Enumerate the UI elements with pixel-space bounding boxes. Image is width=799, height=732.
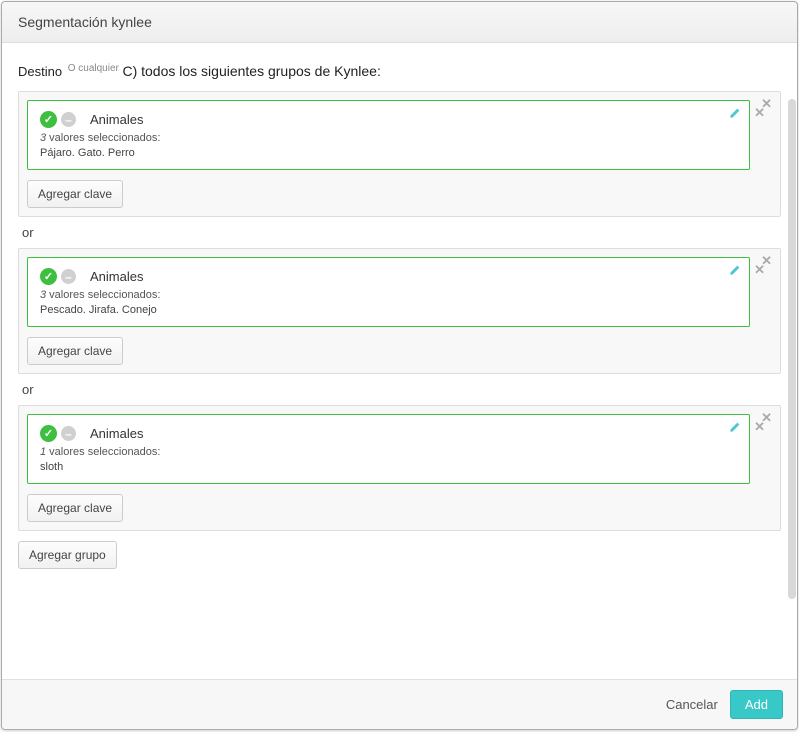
close-key-icon[interactable]: ✕ <box>750 260 769 280</box>
add-button[interactable]: Add <box>730 690 783 719</box>
close-key-icon[interactable]: ✕ <box>750 103 769 123</box>
edit-key-icon[interactable] <box>728 264 741 280</box>
key-name: Animales <box>90 269 143 284</box>
key-values: Pájaro. Gato. Perro <box>40 147 737 159</box>
include-check-icon[interactable]: ✓ <box>40 111 57 128</box>
or-separator: or <box>22 382 781 397</box>
scrollbar-track[interactable] <box>788 99 796 599</box>
key-header: ✓ – Animales <box>40 425 737 442</box>
exclude-minus-icon[interactable]: – <box>61 112 76 127</box>
key-values: Pescado. Jirafa. Conejo <box>40 304 737 316</box>
segment-group: ✕ ✕ ✓ – Animales 1 valores seleccionados… <box>18 405 781 531</box>
or-separator: or <box>22 225 781 240</box>
key-card: ✕ ✓ – Animales 3 valores seleccionados: … <box>27 100 750 170</box>
key-count: 3 valores seleccionados: <box>40 289 737 301</box>
modal-title: Segmentación kynlee <box>18 14 781 30</box>
include-check-icon[interactable]: ✓ <box>40 425 57 442</box>
key-name: Animales <box>90 426 143 441</box>
key-card: ✕ ✓ – Animales 1 valores seleccionados: … <box>27 414 750 484</box>
key-values: sloth <box>40 461 737 473</box>
destino-rest: C) todos los siguientes grupos de Kynlee… <box>122 63 380 79</box>
key-count-suffix: valores seleccionados: <box>46 132 160 144</box>
add-group-button[interactable]: Agregar grupo <box>18 541 117 569</box>
destino-superscript: O cualquier <box>68 63 119 74</box>
key-header: ✓ – Animales <box>40 111 737 128</box>
segmentation-modal: Segmentación kynlee Destino O cualquier … <box>1 1 798 730</box>
close-key-icon[interactable]: ✕ <box>750 417 769 437</box>
segment-group: ✕ ✕ ✓ – Animales 3 valores seleccionados… <box>18 91 781 217</box>
edit-key-icon[interactable] <box>728 421 741 437</box>
key-count: 3 valores seleccionados: <box>40 132 737 144</box>
edit-key-icon[interactable] <box>728 107 741 123</box>
add-key-button[interactable]: Agregar clave <box>27 180 123 208</box>
include-check-icon[interactable]: ✓ <box>40 268 57 285</box>
destino-label: Destino <box>18 64 62 79</box>
cancel-button[interactable]: Cancelar <box>662 691 722 718</box>
exclude-minus-icon[interactable]: – <box>61 426 76 441</box>
key-count: 1 valores seleccionados: <box>40 446 737 458</box>
modal-header: Segmentación kynlee <box>2 2 797 43</box>
add-group-row: Agregar grupo <box>18 541 781 569</box>
key-count-suffix: valores seleccionados: <box>46 289 160 301</box>
exclude-minus-icon[interactable]: – <box>61 269 76 284</box>
key-count-suffix: valores seleccionados: <box>46 446 160 458</box>
modal-footer: Cancelar Add <box>2 679 797 729</box>
add-key-button[interactable]: Agregar clave <box>27 337 123 365</box>
modal-body: Destino O cualquier C) todos los siguien… <box>2 43 797 679</box>
scrollbar-thumb[interactable] <box>788 99 796 599</box>
key-header: ✓ – Animales <box>40 268 737 285</box>
key-name: Animales <box>90 112 143 127</box>
add-key-row: Agregar clave <box>27 494 772 522</box>
destino-line: Destino O cualquier C) todos los siguien… <box>18 63 781 79</box>
add-key-row: Agregar clave <box>27 180 772 208</box>
segment-group: ✕ ✕ ✓ – Animales 3 valores seleccionados… <box>18 248 781 374</box>
key-card: ✕ ✓ – Animales 3 valores seleccionados: … <box>27 257 750 327</box>
add-key-row: Agregar clave <box>27 337 772 365</box>
add-key-button[interactable]: Agregar clave <box>27 494 123 522</box>
